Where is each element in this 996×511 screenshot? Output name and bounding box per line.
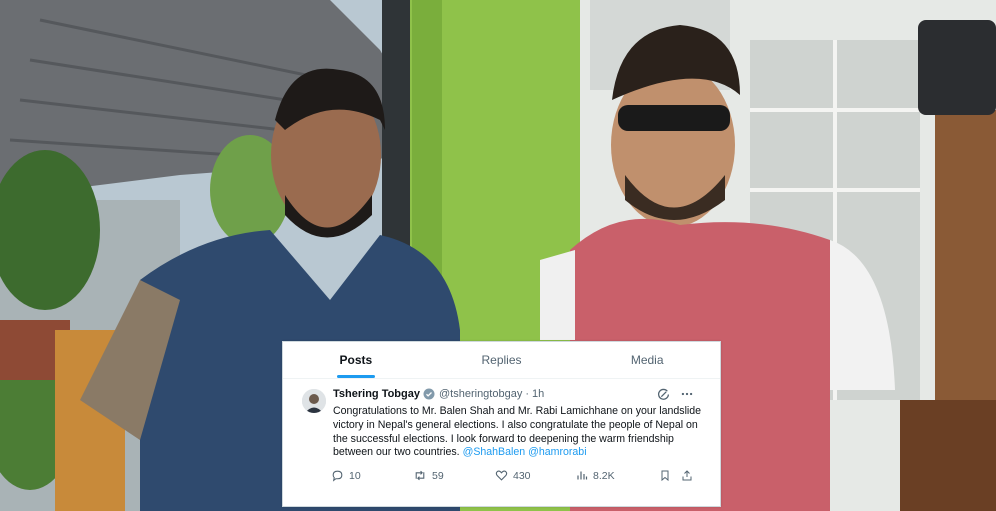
tab-media-label: Media bbox=[630, 353, 664, 367]
tweet-time[interactable]: 1h bbox=[532, 388, 544, 400]
like-button[interactable]: 430 bbox=[495, 469, 531, 482]
author-name[interactable]: Tshering Tobgay bbox=[333, 388, 420, 400]
tweet-actions: 10 59 430 8.2K bbox=[331, 469, 696, 485]
tweet-text: Congratulations to Mr. Balen Shah and Mr… bbox=[333, 405, 703, 460]
more-icon[interactable] bbox=[680, 387, 694, 401]
tweet-header: Tshering Tobgay @tsheringtobgay · 1h bbox=[333, 388, 544, 400]
reply-count: 10 bbox=[349, 469, 361, 482]
reply-button[interactable]: 10 bbox=[331, 469, 361, 482]
repost-button[interactable]: 59 bbox=[413, 469, 444, 482]
separator-dot: · bbox=[525, 388, 529, 400]
mention-hamrorabi[interactable]: @hamrorabi bbox=[528, 446, 586, 458]
profile-tabs: Posts Replies Media bbox=[283, 342, 720, 379]
share-icon bbox=[681, 469, 693, 482]
avatar[interactable] bbox=[302, 389, 326, 413]
repost-icon bbox=[413, 469, 427, 482]
like-icon bbox=[495, 469, 508, 482]
tab-media[interactable]: Media bbox=[574, 342, 720, 378]
repost-count: 59 bbox=[432, 469, 444, 482]
tab-posts[interactable]: Posts bbox=[283, 342, 429, 378]
bookmark-icon bbox=[659, 469, 671, 482]
tweet-card: Posts Replies Media Tshering Tobgay @tsh… bbox=[282, 341, 721, 507]
verified-badge-icon bbox=[423, 388, 435, 400]
active-tab-indicator bbox=[336, 375, 375, 378]
mention-shahbalen[interactable]: @ShahBalen bbox=[463, 446, 526, 458]
tweet[interactable]: Tshering Tobgay @tsheringtobgay · 1h Con… bbox=[283, 379, 720, 506]
bookmark-button[interactable] bbox=[659, 469, 671, 482]
author-handle[interactable]: @tsheringtobgay bbox=[439, 388, 522, 400]
views-count: 8.2K bbox=[593, 469, 615, 482]
views-button[interactable]: 8.2K bbox=[576, 469, 615, 482]
tweet-tools bbox=[656, 387, 694, 401]
grok-icon[interactable] bbox=[656, 387, 670, 401]
tab-replies[interactable]: Replies bbox=[429, 342, 575, 378]
share-button[interactable] bbox=[681, 469, 693, 482]
like-count: 430 bbox=[513, 469, 531, 482]
reply-icon bbox=[331, 469, 344, 482]
tab-posts-label: Posts bbox=[339, 353, 373, 367]
tab-replies-label: Replies bbox=[481, 353, 522, 367]
views-icon bbox=[576, 469, 588, 482]
